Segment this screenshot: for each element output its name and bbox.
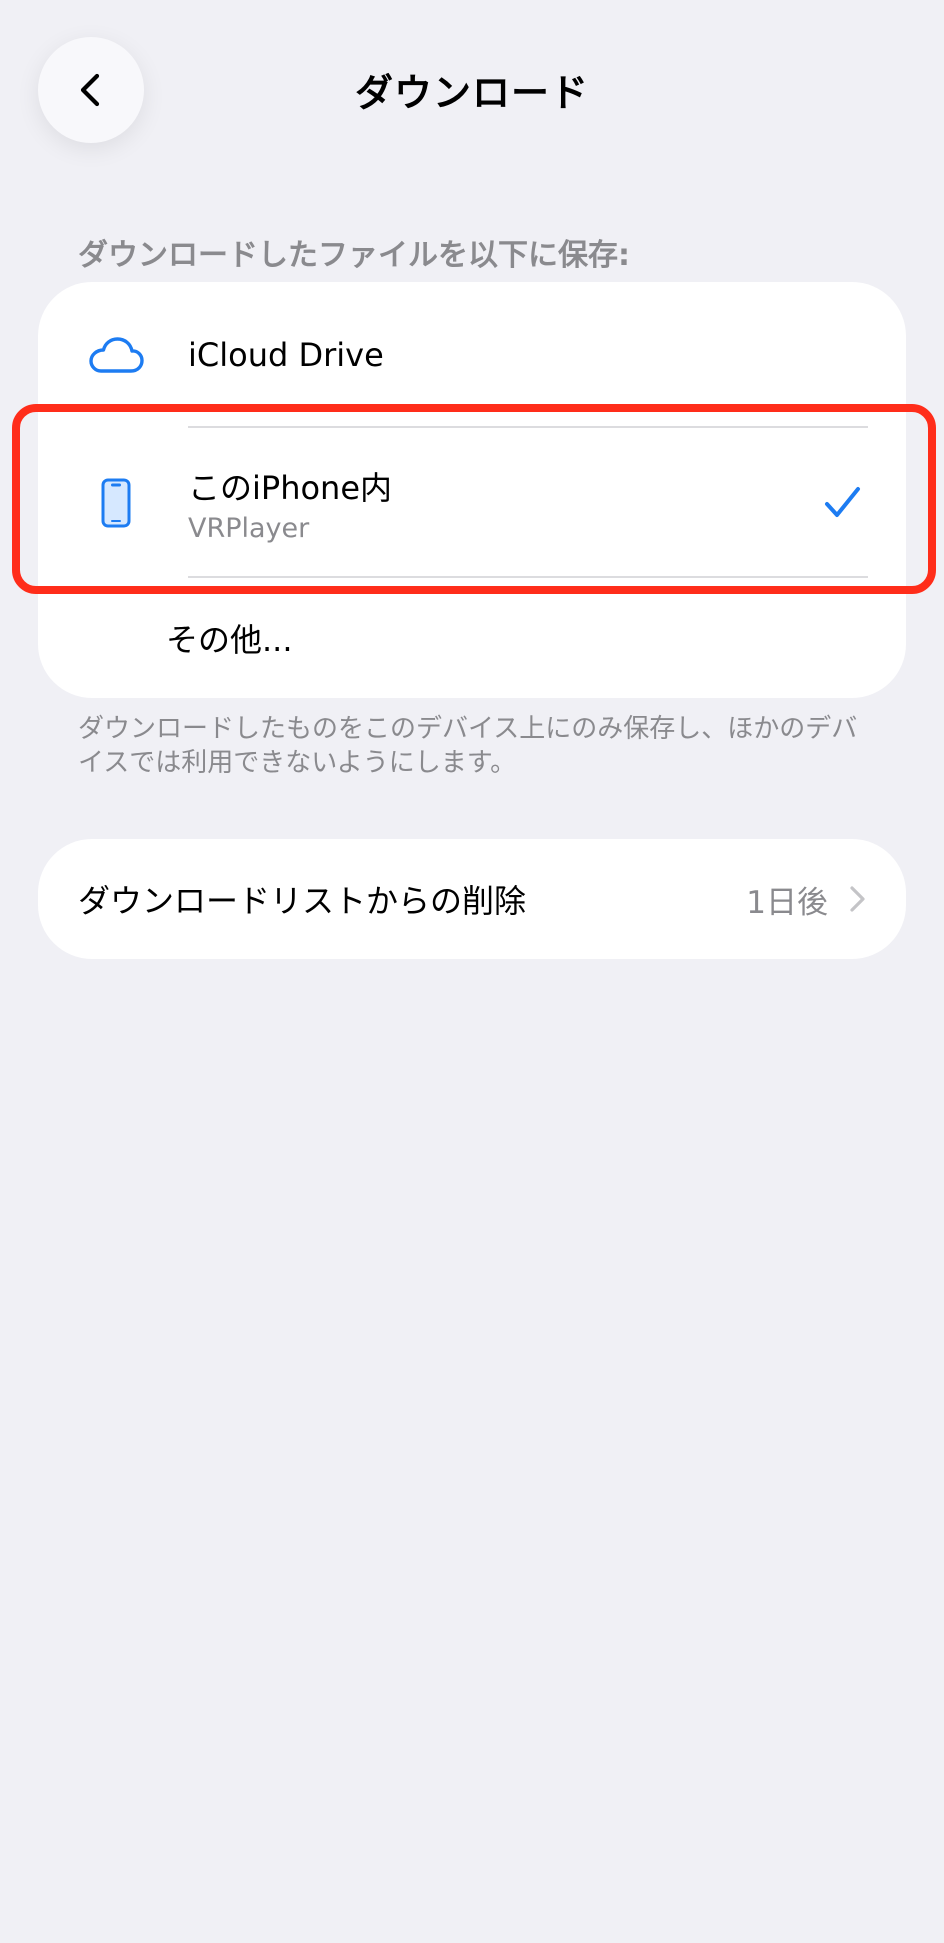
option-label: iCloud Drive [188, 336, 384, 374]
iphone-icon [84, 471, 148, 535]
option-icloud-drive[interactable]: iCloud Drive [38, 282, 906, 428]
option-label: このiPhone内 [188, 468, 393, 507]
option-label: その他... [166, 621, 293, 659]
option-sublabel: VRPlayer [188, 512, 310, 544]
section-footer-note: ダウンロードしたものをこのデバイス上にのみ保存し、ほかのデバイスでは利用できない… [78, 714, 858, 778]
checkmark-icon [825, 487, 860, 517]
remove-from-list-row[interactable]: ダウンロードリストからの削除 1日後 [38, 839, 906, 959]
section-header-save-location: ダウンロードしたファイルを以下に保存: [78, 238, 630, 273]
remove-from-list-value: 1日後 [746, 884, 828, 921]
remove-from-list-label: ダウンロードリストからの削除 [78, 882, 527, 920]
chevron-right-icon [850, 886, 865, 912]
page-title: ダウンロード [354, 71, 589, 115]
downloads-settings-screen: ダウンロード ダウンロードしたファイルを以下に保存: iCloud Drive [0, 0, 944, 1943]
cloud-icon [84, 323, 148, 387]
option-other[interactable]: その他... [38, 578, 906, 698]
save-location-group: iCloud Drive このiPhone内 VRPlayer その他... [38, 282, 906, 698]
option-this-iphone[interactable]: このiPhone内 VRPlayer [38, 428, 906, 578]
